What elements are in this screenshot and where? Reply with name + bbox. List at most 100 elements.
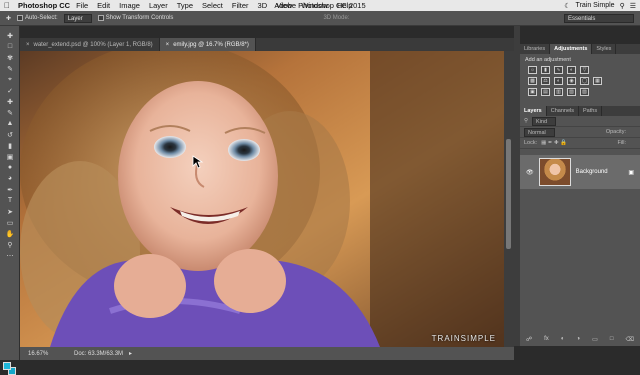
layer-background[interactable]: 👁 Background ▣ (520, 155, 640, 189)
type-tool-icon[interactable]: T (0, 195, 20, 206)
status-bar: 16.67% Doc: 63.3M/63.3M ▸ (20, 347, 514, 360)
menu-select[interactable]: Select (202, 1, 223, 10)
brush-tool-icon[interactable]: ✎ (0, 107, 20, 118)
tab-channels[interactable]: Channels (547, 106, 579, 116)
workspace-select[interactable]: Essentials (564, 14, 634, 23)
tab-adjustments[interactable]: Adjustments (550, 44, 593, 54)
eraser-tool-icon[interactable]: ▮ (0, 140, 20, 151)
scrollbar-thumb[interactable] (506, 139, 511, 249)
left-fist (114, 254, 186, 318)
blend-mode-select[interactable]: Normal (524, 127, 555, 137)
trash-icon[interactable]: ⌫ (626, 336, 634, 346)
list-icon[interactable]: ☰ (630, 2, 636, 10)
auto-select-label: Auto-Select: (25, 15, 58, 21)
fill-label: Fill: (617, 140, 626, 146)
invert-icon[interactable]: ▣ (528, 88, 537, 96)
menu-image[interactable]: Image (119, 1, 140, 10)
menu-filter[interactable]: Filter (232, 1, 249, 10)
exposure-icon[interactable]: ◐ (567, 66, 576, 74)
document-canvas[interactable]: TRAINSIMPLE (20, 51, 504, 347)
marquee-tool-icon[interactable]: □ (0, 41, 20, 52)
menubar-user[interactable]: Train Simple (576, 2, 615, 9)
menu-type[interactable]: Type (177, 1, 193, 10)
close-icon[interactable]: × (26, 42, 30, 48)
menu-3d[interactable]: 3D (258, 1, 268, 10)
curves-icon[interactable]: ∿ (554, 66, 563, 74)
lock-label: Lock: (524, 140, 538, 146)
close-icon[interactable]: × (166, 42, 170, 48)
hue-sat-icon[interactable]: ▩ (528, 77, 537, 85)
healing-tool-icon[interactable]: ✚ (0, 96, 20, 107)
menu-layer[interactable]: Layer (149, 1, 168, 10)
show-transform-label: Show Transform Controls (105, 15, 174, 21)
doc-tab-emily[interactable]: × emily.jpg @ 16.7% (RGB/8*) (159, 38, 256, 51)
app-menu[interactable]: Photoshop CC (18, 1, 70, 10)
color-balance-icon[interactable]: ⚖ (541, 77, 550, 85)
gradient-tool-icon[interactable]: ▣ (0, 151, 20, 162)
eyedropper-tool-icon[interactable]: ✓ (0, 85, 20, 96)
tab-libraries[interactable]: Libraries (520, 44, 551, 54)
auto-select-checkbox[interactable]: Auto-Select: (17, 15, 58, 21)
tab-paths[interactable]: Paths (579, 106, 603, 116)
more-tools-icon[interactable]: ⋯ (0, 250, 20, 261)
pen-tool-icon[interactable]: ✒ (0, 184, 20, 195)
new-layer-icon[interactable]: □ (610, 336, 614, 346)
selective-color-icon[interactable]: ▧ (567, 88, 576, 96)
3d-mode-label: 3D Mode: (323, 15, 350, 21)
color-lookup-icon[interactable]: ▦ (593, 77, 602, 85)
menu-file[interactable]: File (76, 1, 88, 10)
layer-name: Background (575, 169, 608, 175)
photo-canvas (20, 51, 504, 347)
move-tool-icon[interactable]: ✚ (0, 30, 20, 41)
levels-icon[interactable]: ▮ (541, 66, 550, 74)
dodge-tool-icon[interactable]: ◕ (0, 173, 20, 184)
blur-tool-icon[interactable]: ● (0, 162, 20, 173)
posterize-icon[interactable]: ▤ (541, 88, 550, 96)
threshold-icon[interactable]: ▥ (554, 88, 563, 96)
adjustment-layer-icon[interactable]: ◑ (576, 336, 580, 346)
document-tabs: × water_extend.psd @ 100% (Layer 1, RGB/8… (20, 38, 514, 51)
menu-window[interactable]: Window (301, 1, 328, 10)
doc-tab-label: emily.jpg @ 16.7% (RGB/8*) (173, 41, 249, 48)
black-white-icon[interactable]: ◐ (554, 77, 563, 85)
wifi-icon[interactable]: ☾ (564, 2, 570, 10)
channel-mixer-icon[interactable]: ◯ (580, 77, 589, 85)
vibrance-icon[interactable]: ▽ (580, 66, 589, 74)
foreground-color-swatch[interactable] (3, 362, 11, 370)
lock-icons[interactable]: ▦ ✒ ✚ 🔒 (541, 140, 567, 146)
mask-icon[interactable]: ◐ (561, 336, 565, 346)
quick-select-tool-icon[interactable]: ✎ (0, 63, 20, 74)
tab-layers[interactable]: Layers (520, 106, 547, 116)
shape-tool-icon[interactable]: ▭ (0, 217, 20, 228)
layer-select[interactable]: Layer (63, 13, 92, 23)
doc-tab-water-extend[interactable]: × water_extend.psd @ 100% (Layer 1, RGB/8… (20, 38, 160, 51)
path-select-tool-icon[interactable]: ➤ (0, 206, 20, 217)
zoom-tool-icon[interactable]: ⚲ (0, 239, 20, 250)
stamp-tool-icon[interactable]: ▲ (0, 118, 20, 129)
show-transform-checkbox[interactable]: Show Transform Controls (97, 15, 174, 21)
menu-edit[interactable]: Edit (97, 1, 110, 10)
lasso-tool-icon[interactable]: ✾ (0, 52, 20, 63)
move-tool-icon[interactable]: ✚ (6, 15, 11, 22)
zoom-level[interactable]: 16.67% (28, 351, 68, 357)
hand-tool-icon[interactable]: ✋ (0, 228, 20, 239)
search-icon[interactable]: ⚲ (620, 2, 625, 10)
status-arrow-icon[interactable]: ▸ (129, 350, 132, 357)
crop-tool-icon[interactable]: ⌖ (0, 74, 20, 85)
eye-icon[interactable]: 👁 (526, 169, 534, 176)
apple-icon[interactable]:  (4, 1, 14, 10)
folder-icon[interactable]: ▭ (592, 336, 598, 346)
move-cursor-icon (192, 155, 204, 169)
gradient-map-icon[interactable]: ▨ (580, 88, 589, 96)
link-icon[interactable]: ☍ (526, 336, 532, 346)
menu-view[interactable]: View (276, 1, 292, 10)
menu-help[interactable]: Help (337, 1, 352, 10)
tab-styles[interactable]: Styles (592, 44, 617, 54)
kind-select[interactable]: Kind (532, 116, 557, 126)
photo-filter-icon[interactable]: ◉ (567, 77, 576, 85)
brightness-icon[interactable]: ☼ (528, 66, 537, 74)
history-brush-tool-icon[interactable]: ↺ (0, 129, 20, 140)
dark-background-area (370, 51, 504, 347)
vertical-scrollbar[interactable] (504, 51, 514, 347)
fx-icon[interactable]: fx (544, 336, 549, 346)
